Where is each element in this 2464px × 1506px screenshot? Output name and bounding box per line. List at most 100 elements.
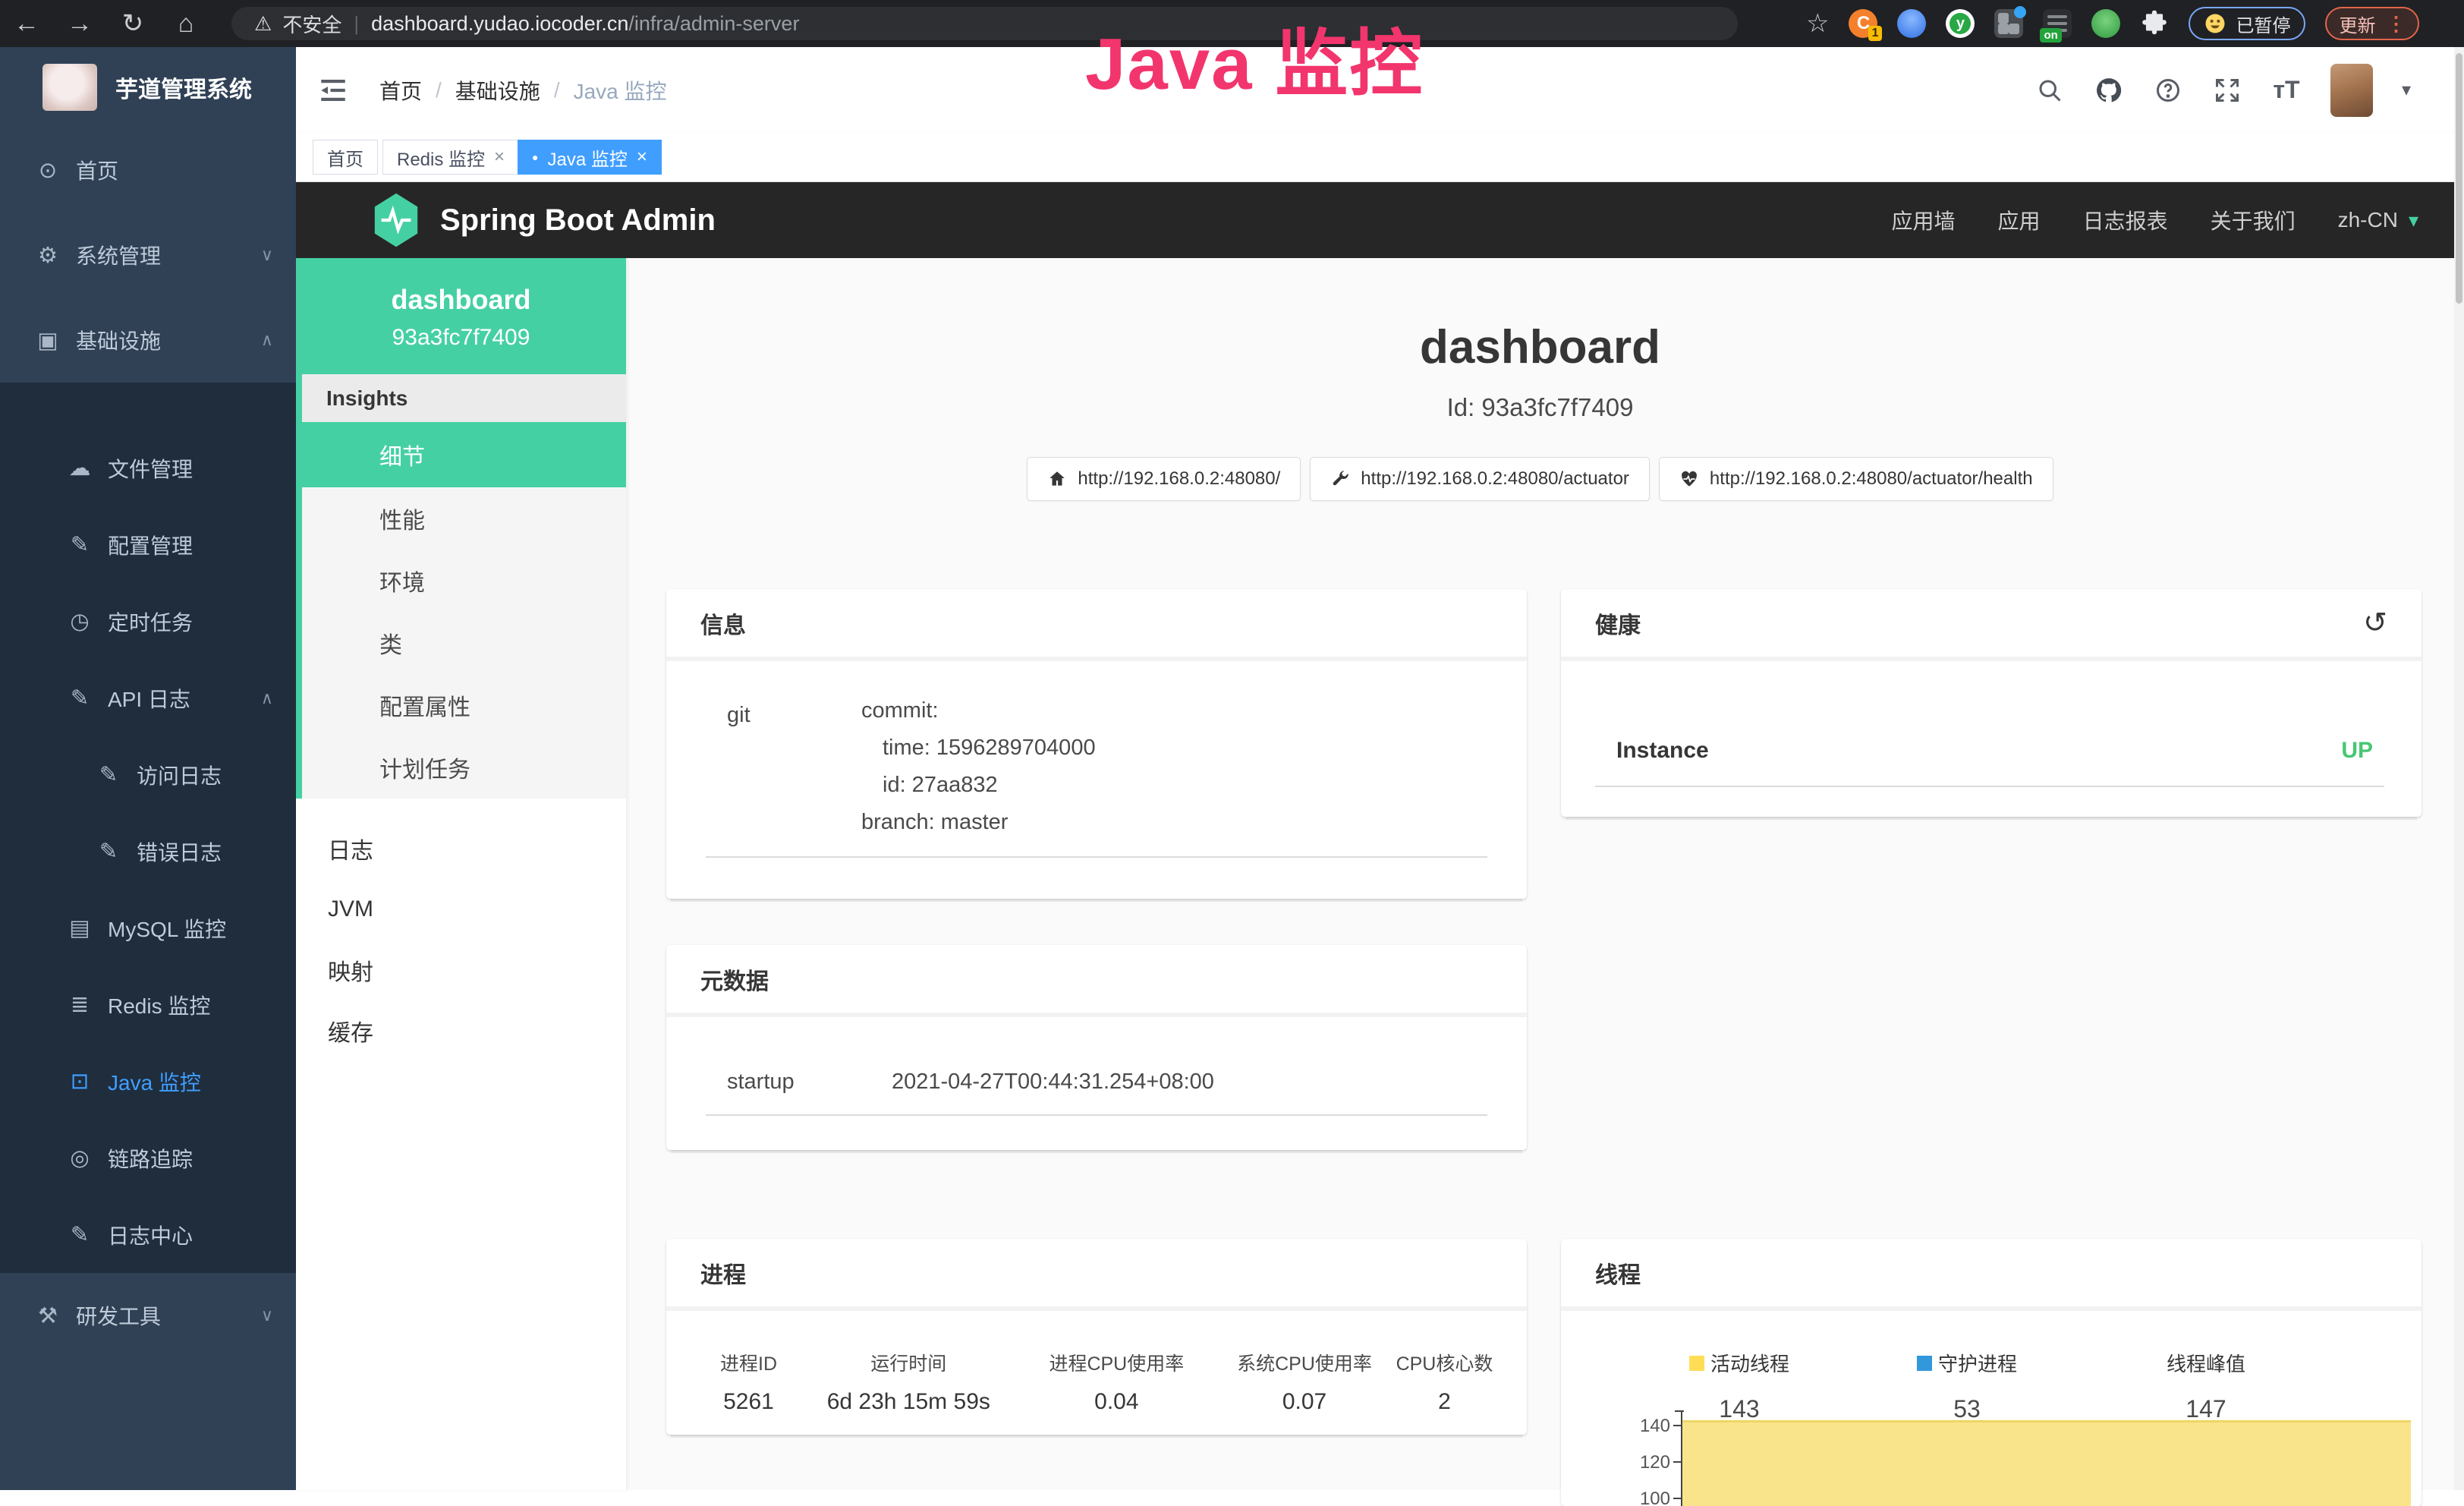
sidebar-item-error-logs[interactable]: ✎ 错误日志 <box>0 813 296 890</box>
url-host: dashboard.yudao.iocoder.cn <box>371 12 628 36</box>
sidebar-item-file-mgmt[interactable]: ☁ 文件管理 <box>0 430 296 506</box>
sidebar-item-home[interactable]: ⊙ 首页 <box>0 128 296 213</box>
sba-nav-about[interactable]: 关于我们 <box>2211 205 2296 235</box>
back-icon[interactable]: ← <box>0 9 53 39</box>
font-size-icon[interactable]: тT <box>2271 75 2302 106</box>
on-extension-icon[interactable]: on <box>2043 9 2072 38</box>
dashboard-icon: ⊙ <box>30 157 65 184</box>
service-url-button[interactable]: http://192.168.0.2:48080/ <box>1027 457 1301 501</box>
sba-menu-caches[interactable]: 缓存 <box>296 1000 626 1061</box>
insights-group: Insights 细节 性能 环境 类 配置属性 计划任务 <box>296 374 626 799</box>
sidebar-item-scheduled-jobs[interactable]: ◷ 定时任务 <box>0 583 296 660</box>
process-table-header: 进程ID 运行时间 进程CPU使用率 系统CPU使用率 CPU核心数 <box>697 1349 1496 1376</box>
help-icon[interactable] <box>2153 75 2183 106</box>
app-logo-row[interactable]: 芋道管理系统 <box>0 47 296 128</box>
forward-icon[interactable]: → <box>53 9 106 39</box>
instance-header[interactable]: dashboard 93a3fc7f7409 <box>296 258 626 374</box>
breadcrumb-infra[interactable]: 基础设施 <box>455 75 540 106</box>
sidebar-item-infra[interactable]: ▣ 基础设施 ∧ <box>0 298 296 383</box>
sidebar-item-system[interactable]: ⚙ 系统管理 ∨ <box>0 213 296 298</box>
edit-icon: ✎ <box>62 531 97 558</box>
sidebar-item-access-logs[interactable]: ✎ 访问日志 <box>0 736 296 813</box>
pin-extension-icon[interactable] <box>1897 9 1926 38</box>
page-scrollbar[interactable] <box>2454 47 2464 1490</box>
log-icon: ✎ <box>91 761 126 788</box>
sidebar-item-redis-monitor[interactable]: ≣ Redis 监控 <box>0 966 296 1043</box>
not-secure-label[interactable]: 不安全 <box>282 10 341 38</box>
sidebar-fold-icon[interactable] <box>317 74 349 106</box>
sba-brand-title[interactable]: Spring Boot Admin <box>440 203 716 238</box>
sba-root-menu: 日志 JVM 映射 缓存 <box>296 799 626 1061</box>
health-card: 健康 ↺ Instance UP <box>1561 589 2422 817</box>
sidebar-item-dev-tools[interactable]: ⚒ 研发工具 ∨ <box>0 1273 296 1358</box>
home-icon[interactable]: ⌂ <box>159 9 212 39</box>
reload-icon[interactable]: ↻ <box>106 8 159 39</box>
sidebar-item-api-logs[interactable]: ✎ API 日志 ∧ <box>0 660 296 736</box>
status-badge: UP <box>2341 738 2373 764</box>
address-bar[interactable]: ⚠ 不安全 | dashboard.yudao.iocoder.cn/infra… <box>231 7 1738 40</box>
tab-java-monitor[interactable]: ● Java 监控 × <box>518 140 662 175</box>
fullscreen-icon[interactable] <box>2212 75 2242 106</box>
sba-nav-applications[interactable]: 应用 <box>1998 205 2041 235</box>
app-header: 首页 / 基础设施 / Java 监控 тT ▾ <box>296 47 2464 133</box>
sba-menu-mappings[interactable]: 映射 <box>296 940 626 1000</box>
history-icon[interactable]: ↺ <box>2363 606 2387 640</box>
sba-main-content: dashboard Id: 93a3fc7f7409 http://192.16… <box>626 258 2454 1490</box>
sidebar-item-java-monitor[interactable]: ⊡ Java 监控 <box>0 1043 296 1120</box>
sidebar-item-log-center[interactable]: ✎ 日志中心 <box>0 1196 296 1273</box>
infrastructure-icon: ▣ <box>30 327 65 354</box>
c-extension-icon[interactable]: C 1 <box>1849 9 1877 38</box>
search-icon[interactable] <box>2034 75 2065 106</box>
sba-language-select[interactable]: zh-CN ▾ <box>2338 208 2418 232</box>
close-icon[interactable]: × <box>637 147 647 168</box>
not-secure-icon[interactable]: ⚠ <box>254 12 272 36</box>
browser-menu-icon[interactable]: ⋮ <box>2386 12 2406 36</box>
sba-menu-logs[interactable]: 日志 <box>296 818 626 879</box>
health-url-button[interactable]: http://192.168.0.2:48080/actuator/health <box>1659 457 2053 501</box>
on-extension-badge: on <box>2040 28 2061 43</box>
instance-links: http://192.168.0.2:48080/ http://192.168… <box>626 457 2454 501</box>
sba-nav-wallboard[interactable]: 应用墙 <box>1892 205 1956 235</box>
actuator-url-button[interactable]: http://192.168.0.2:48080/actuator <box>1310 457 1650 501</box>
caret-down-icon: ▾ <box>2409 209 2418 232</box>
sba-nav-journal[interactable]: 日志报表 <box>2083 205 2168 235</box>
avatar-caret-icon[interactable]: ▾ <box>2402 79 2411 101</box>
tab-home[interactable]: 首页 <box>313 140 378 175</box>
sba-menu-scheduled-tasks[interactable]: 计划任务 <box>302 736 626 799</box>
sba-instance-sidebar: dashboard 93a3fc7f7409 Insights 细节 性能 环境… <box>296 258 626 1490</box>
sba-menu-details[interactable]: 细节 <box>302 422 626 487</box>
profile-paused-button[interactable]: 已暂停 <box>2189 7 2305 40</box>
breadcrumb-home[interactable]: 首页 <box>379 75 422 106</box>
sba-menu-jvm[interactable]: JVM <box>296 879 626 940</box>
process-card: 进程 进程ID 运行时间 进程CPU使用率 系统CPU使用率 CPU核心数 52… <box>666 1239 1527 1435</box>
breadcrumb: 首页 / 基础设施 / Java 监控 <box>379 47 667 133</box>
metadata-card: 元数据 startup 2021-04-27T00:44:31.254+08:0… <box>666 945 1527 1150</box>
sidebar-item-config-mgmt[interactable]: ✎ 配置管理 <box>0 506 296 583</box>
user-avatar[interactable] <box>2330 64 2373 117</box>
puzzle-icon[interactable] <box>2140 9 2169 38</box>
instance-name: dashboard <box>296 284 626 316</box>
sba-menu-environment[interactable]: 环境 <box>302 550 626 612</box>
sidebar-item-tracing[interactable]: ◎ 链路追踪 <box>0 1120 296 1196</box>
bookmark-star-icon[interactable]: ☆ <box>1806 8 1829 39</box>
close-icon[interactable]: × <box>494 147 505 168</box>
sidebar-item-mysql-monitor[interactable]: ▤ MySQL 监控 <box>0 890 296 966</box>
chevron-down-icon: ∨ <box>261 245 273 265</box>
y-extension-icon[interactable]: y <box>1946 9 1975 38</box>
green-extension-icon[interactable] <box>2091 9 2120 38</box>
sba-menu-classes[interactable]: 类 <box>302 612 626 674</box>
y-extension-letter: y <box>1949 13 1971 34</box>
log-icon: ✎ <box>91 838 126 865</box>
scrollbar-thumb[interactable] <box>2456 53 2462 304</box>
github-icon[interactable] <box>2094 75 2124 106</box>
browser-update-button[interactable]: 更新 ⋮ <box>2325 7 2419 40</box>
grid-extension-icon[interactable] <box>1994 9 2023 38</box>
sba-menu-config-props[interactable]: 配置属性 <box>302 674 626 736</box>
sba-menu-metrics[interactable]: 性能 <box>302 487 626 550</box>
insights-group-label: Insights <box>302 374 626 422</box>
blue-legend-icon <box>1917 1356 1932 1371</box>
breadcrumb-current: Java 监控 <box>574 75 667 106</box>
extensions-zone: ☆ C 1 y on 已暂停 更新 <box>1806 0 2419 47</box>
main-sidebar: 芋道管理系统 ⊙ 首页 ⚙ 系统管理 ∨ ▣ 基础设施 ∧ ☁ 文件管理 ✎ 配… <box>0 47 296 1490</box>
tab-redis-monitor[interactable]: Redis 监控 × <box>382 140 519 175</box>
